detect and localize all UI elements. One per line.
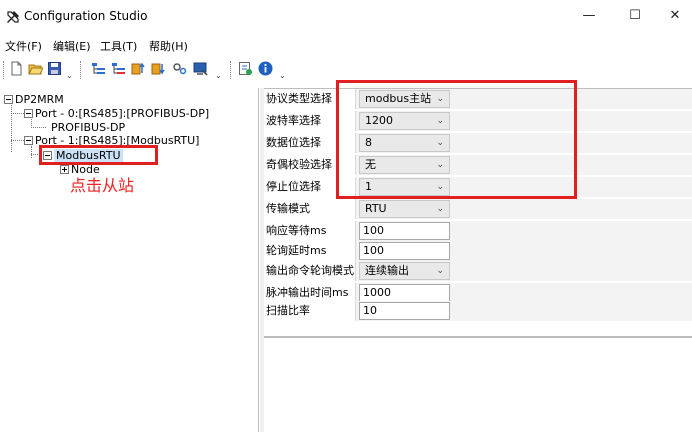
menu-help[interactable]: 帮助(H)	[149, 38, 188, 54]
property-value: RTU ⌄	[356, 199, 692, 219]
tools-icon	[7, 11, 19, 23]
save-icon[interactable]	[47, 61, 62, 76]
collapse-icon[interactable]	[24, 136, 33, 145]
property-value: 1000	[356, 283, 692, 303]
menu-tools[interactable]: 工具(T)	[100, 38, 137, 54]
property-value: 10	[356, 301, 692, 321]
menu-edit[interactable]: 编辑(E)	[53, 38, 91, 54]
property-row: 输出命令轮询模式 连续输出 ⌄	[264, 261, 692, 281]
tree-item-root[interactable]: DP2MRM	[4, 93, 64, 106]
new-file-icon[interactable]	[9, 61, 24, 76]
menu-bar: 文件(F) 编辑(E) 工具(T) 帮助(H)	[0, 33, 692, 55]
toolbar-grip	[3, 61, 5, 79]
chevron-down-icon: ⌄	[436, 266, 444, 276]
property-label: 扫描比率	[264, 301, 356, 321]
collapse-icon[interactable]	[24, 109, 33, 118]
upload-icon[interactable]	[131, 61, 146, 76]
property-row: 响应等待ms 100	[264, 221, 692, 241]
tree-connector	[31, 127, 46, 128]
description-panel	[264, 336, 692, 432]
property-row: 扫描比率 10	[264, 301, 692, 321]
close-button[interactable]: ✕	[660, 6, 690, 26]
annotation-text: 点击从站	[70, 176, 135, 195]
property-label: 传输模式	[264, 199, 356, 219]
chevron-down-icon[interactable]: ⌄	[66, 71, 73, 80]
maximize-button[interactable]: ☐	[620, 6, 650, 26]
property-row: 轮询延时ms 100	[264, 241, 692, 261]
property-value: 100	[356, 221, 692, 241]
tree-item-port-0[interactable]: Port - 0:[RS485]:[PROFIBUS-DP]	[24, 107, 209, 120]
toolbar-separator	[80, 61, 82, 79]
property-label: 脉冲输出时间ms	[264, 283, 356, 303]
chevron-down-icon: ⌄	[436, 204, 444, 214]
tree-label: PROFIBUS-DP	[51, 121, 126, 134]
property-value: 连续输出 ⌄	[356, 261, 692, 281]
tree-connector	[11, 102, 12, 152]
scan-ratio-input[interactable]: 10	[359, 302, 450, 320]
download-icon[interactable]	[151, 61, 166, 76]
delete-icon[interactable]	[111, 61, 126, 76]
property-label: 轮询延时ms	[264, 241, 356, 261]
info-icon[interactable]	[258, 61, 273, 76]
chevron-down-icon[interactable]: ⌄	[279, 71, 286, 80]
window-title: Configuration Studio	[24, 9, 148, 23]
title-bar: Configuration Studio — ☐ ✕	[0, 0, 692, 33]
minimize-button[interactable]: —	[574, 6, 604, 26]
select-value: RTU	[365, 202, 387, 215]
menu-file[interactable]: 文件(F)	[5, 38, 42, 54]
property-label: 输出命令轮询模式	[264, 261, 356, 281]
add-port-icon[interactable]	[91, 61, 106, 76]
property-value: 100	[356, 241, 692, 261]
collapse-icon[interactable]	[4, 95, 13, 104]
property-row: 传输模式 RTU ⌄	[264, 199, 692, 219]
pulse-output-time-input[interactable]: 1000	[359, 284, 450, 302]
highlight-box-modbusrtu	[39, 145, 158, 165]
transfer-mode-select[interactable]: RTU ⌄	[359, 200, 450, 218]
device-tree: DP2MRM Port - 0:[RS485]:[PROFIBUS-DP] PR…	[0, 88, 259, 432]
response-wait-input[interactable]: 100	[359, 222, 450, 240]
poll-delay-input[interactable]: 100	[359, 242, 450, 260]
tree-label: DP2MRM	[15, 93, 64, 106]
select-value: 连续输出	[365, 264, 409, 277]
settings-icon[interactable]	[172, 61, 187, 76]
monitor-icon[interactable]	[193, 61, 208, 76]
output-poll-mode-select[interactable]: 连续输出 ⌄	[359, 262, 450, 280]
highlight-box-serial-settings	[336, 80, 577, 199]
chevron-down-icon[interactable]: ⌄	[215, 71, 222, 80]
run-icon[interactable]	[238, 61, 253, 76]
tree-label: Port - 0:[RS485]:[PROFIBUS-DP]	[35, 107, 210, 120]
open-folder-icon[interactable]	[28, 61, 43, 76]
tree-item-profibus[interactable]: PROFIBUS-DP	[51, 121, 125, 134]
expand-icon[interactable]	[60, 165, 69, 174]
property-label: 响应等待ms	[264, 221, 356, 241]
property-row: 脉冲输出时间ms 1000	[264, 283, 692, 303]
toolbar-separator	[230, 61, 232, 79]
tree-connector	[31, 146, 32, 158]
